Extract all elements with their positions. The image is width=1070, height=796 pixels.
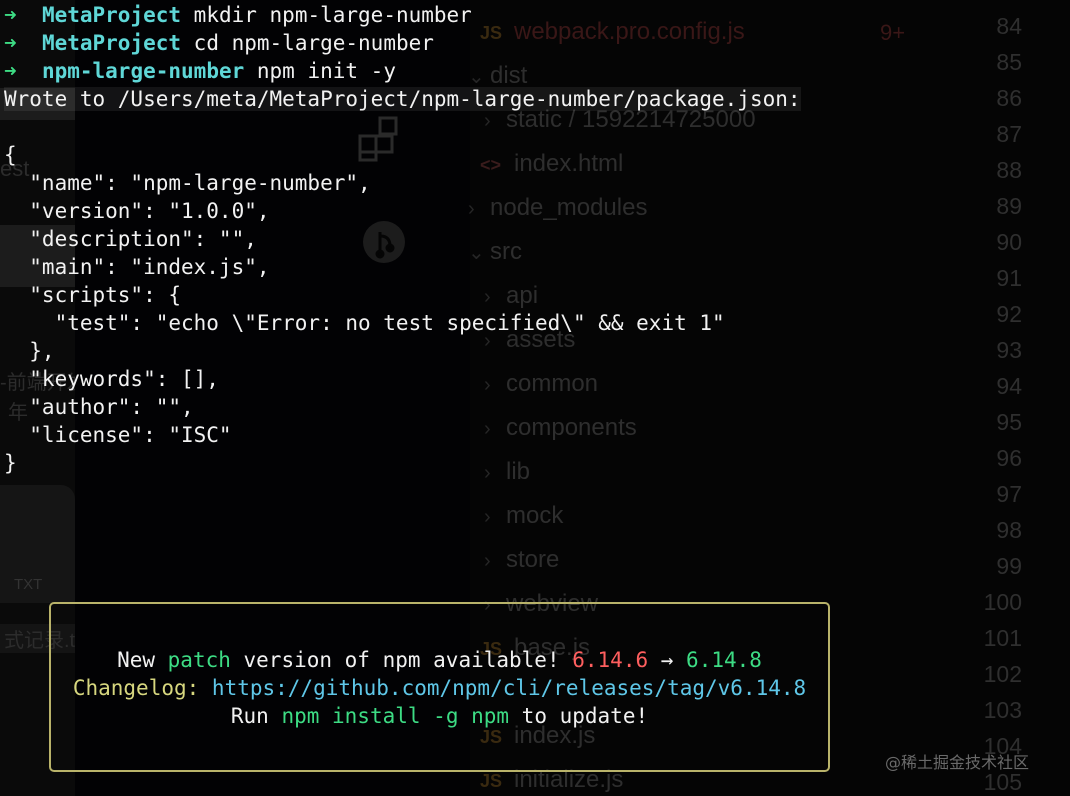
command-line: ➜ MetaProject cd npm-large-number: [4, 29, 434, 57]
json-line: "name": "npm-large-number",: [4, 171, 371, 195]
line-number: 85: [996, 49, 1022, 75]
chevron-right-icon: ›: [484, 506, 491, 528]
prompt-arrow-icon: ➜: [4, 59, 17, 83]
line-number: 98: [996, 517, 1022, 543]
line-number: 97: [996, 481, 1022, 507]
explorer-folder-mock[interactable]: › mock: [484, 502, 563, 531]
changelog-link[interactable]: https://github.com/npm/cli/releases/tag/…: [212, 676, 806, 700]
arrow-right-icon: →: [648, 648, 687, 672]
latest-version: 6.14.8: [686, 648, 762, 672]
prompt-directory: npm-large-number: [41, 59, 245, 83]
explorer-folder-common[interactable]: › common: [484, 370, 598, 399]
json-line: "author": "",: [4, 395, 194, 419]
json-line: "scripts": {: [4, 283, 182, 307]
json-line: "version": "1.0.0",: [4, 199, 270, 223]
explorer-folder-lib[interactable]: › lib: [484, 458, 530, 487]
line-number: 100: [983, 589, 1022, 615]
command-text: mkdir npm-large-number: [181, 3, 472, 27]
line-number: 88: [996, 157, 1022, 183]
explorer-folder-store[interactable]: › store: [484, 546, 559, 575]
changelog-label: Changelog:: [72, 676, 212, 700]
line-number: 89: [996, 193, 1022, 219]
chevron-right-icon: ›: [484, 286, 491, 308]
changelog-line: Changelog: https://github.com/npm/cli/re…: [51, 674, 828, 702]
json-line: "main": "index.js",: [4, 255, 270, 279]
json-line: "license": "ISC": [4, 423, 232, 447]
update-type: patch: [167, 648, 231, 672]
command-text: cd npm-large-number: [181, 31, 434, 55]
explorer-item[interactable]: JS webpack.pro.config.js: [480, 18, 745, 47]
prompt-arrow-icon: ➜: [4, 31, 17, 55]
line-number: 103: [983, 697, 1022, 723]
json-line: "description": "",: [4, 227, 257, 251]
json-line: }: [4, 451, 17, 475]
prompt-directory: MetaProject: [41, 3, 182, 27]
explorer-folder-node-modules[interactable]: › node_modules: [468, 194, 647, 223]
command-text: npm init -y: [244, 59, 396, 83]
prompt-directory: MetaProject: [41, 31, 182, 55]
extensions-icon: [358, 116, 398, 162]
html-file-icon: <>: [480, 155, 502, 175]
line-number: 91: [996, 265, 1022, 291]
chevron-right-icon: ›: [468, 198, 475, 220]
json-line: {: [4, 143, 17, 167]
chevron-right-icon: ›: [484, 550, 491, 572]
json-line: "test": "echo \"Error: no test specified…: [4, 311, 725, 335]
line-number: 94: [996, 373, 1022, 399]
source-control-icon: [363, 221, 405, 263]
desktop-file-type: TXT: [14, 576, 43, 593]
command-line: ➜ MetaProject mkdir npm-large-number: [4, 1, 472, 29]
line-number: 95: [996, 409, 1022, 435]
line-number: 99: [996, 553, 1022, 579]
install-command: npm install -g npm: [281, 704, 510, 728]
command-line: ➜ npm-large-number npm init -y: [4, 57, 396, 85]
editor-gutter: 84 85 86 87 88 89 90 91 92 93 94 95 96 9…: [950, 0, 1070, 796]
line-number: 84: [996, 13, 1022, 39]
update-available-line: New patch version of npm available! 6.14…: [117, 648, 762, 672]
npm-update-notice: New patch version of npm available! 6.14…: [49, 602, 830, 772]
chevron-down-icon: ⌄: [468, 242, 485, 264]
line-number: 96: [996, 445, 1022, 471]
line-number: 90: [996, 229, 1022, 255]
explorer-folder-src[interactable]: ⌄ src: [468, 238, 522, 267]
json-line: },: [4, 339, 55, 363]
line-number: 86: [996, 85, 1022, 111]
chevron-right-icon: ›: [484, 462, 491, 484]
explorer-folder-components[interactable]: › components: [484, 414, 637, 443]
js-file-icon: JS: [480, 23, 503, 43]
watermark: @稀土掘金技术社区: [885, 753, 1030, 772]
line-number: 102: [983, 661, 1022, 687]
run-command-line: Run npm install -g npm to update!: [230, 704, 649, 728]
problems-badge: 9+: [880, 20, 906, 45]
line-number: 101: [983, 625, 1022, 651]
explorer-folder-api[interactable]: › api: [484, 282, 538, 311]
chevron-right-icon: ›: [484, 374, 491, 396]
json-line: "keywords": [],: [4, 367, 219, 391]
line-number: 92: [996, 301, 1022, 327]
explorer-item-index-html[interactable]: <> index.html: [480, 150, 623, 179]
line-number: 93: [996, 337, 1022, 363]
current-version: 6.14.6: [572, 648, 649, 672]
output-line: Wrote to /Users/meta/MetaProject/npm-lar…: [4, 87, 801, 111]
line-number: 87: [996, 121, 1022, 147]
prompt-arrow-icon: ➜: [4, 3, 17, 27]
chevron-right-icon: ›: [484, 418, 491, 440]
